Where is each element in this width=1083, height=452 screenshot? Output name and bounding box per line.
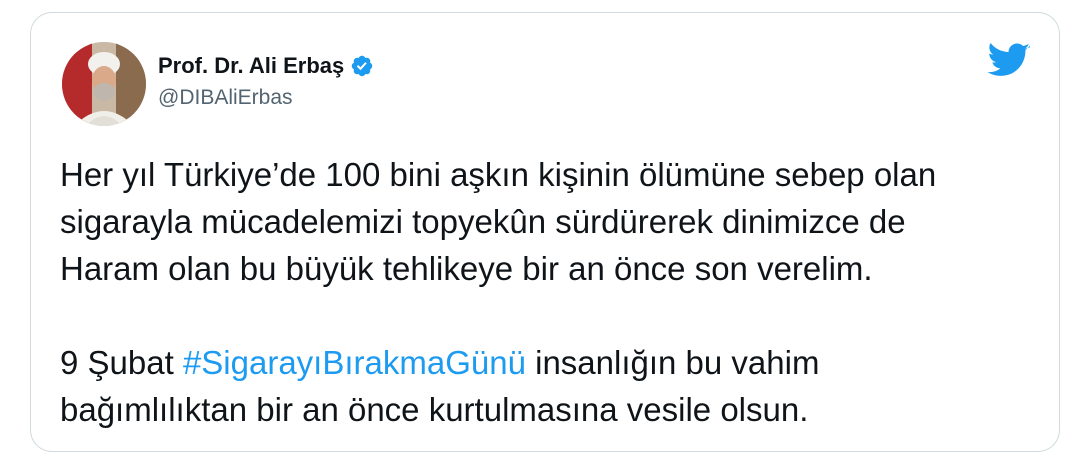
author-handle[interactable]: @DIBAliErbas [158,86,293,110]
tweet-line: sigarayla mücadelemizi topyekûn sürdürer… [60,203,906,240]
avatar-photo [62,42,146,126]
author-name-row[interactable]: Prof. Dr. Ali Erbaş [158,51,374,81]
verified-badge-icon [350,54,374,78]
tweet-text: Her yıl Türkiye’de 100 bini aşkın kişini… [60,151,1040,433]
twitter-bird-icon[interactable] [987,43,1031,79]
tweet-line: Haram olan bu büyük tehlikeye bir an önc… [60,250,873,287]
author-name[interactable]: Prof. Dr. Ali Erbaş [158,53,344,79]
hashtag-link[interactable]: #SigarayıBırakmaGünü [183,344,526,381]
tweet-text-segment: 9 Şubat [60,344,183,381]
tweet-text-segment: insanlığın bu vahim [525,344,820,381]
tweet-line: 9 Şubat #SigarayıBırakmaGünü insanlığın … [60,339,1040,386]
tweet-line: bağımlılıktan bir an önce kurtulmasına v… [60,391,809,428]
avatar[interactable] [62,42,146,126]
tweet-card[interactable]: Prof. Dr. Ali Erbaş @DIBAliErbas Her yıl… [30,12,1060,452]
tweet-line: Her yıl Türkiye’de 100 bini aşkın kişini… [60,156,937,193]
